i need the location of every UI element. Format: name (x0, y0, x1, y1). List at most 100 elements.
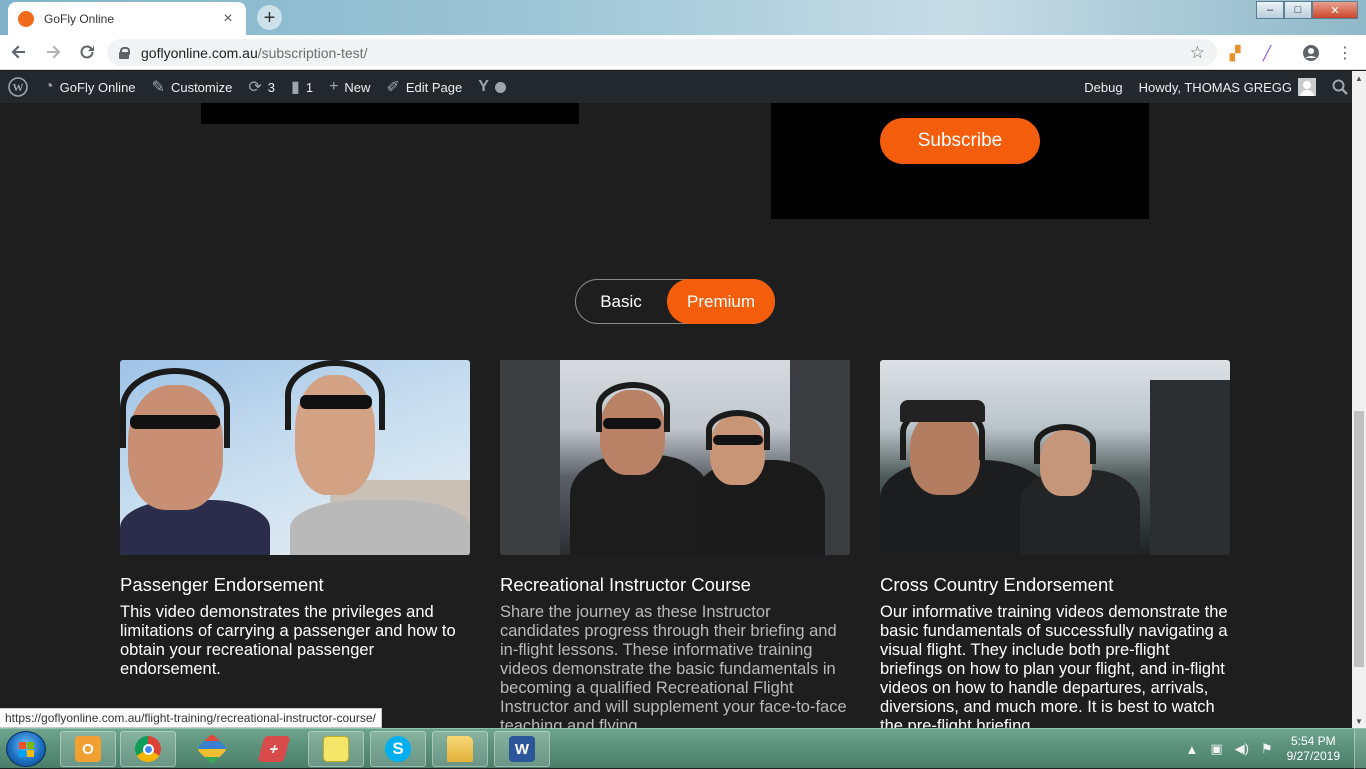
card-title[interactable]: Passenger Endorsement (120, 574, 470, 596)
tab-close-icon[interactable]: × (220, 10, 236, 28)
lock-icon[interactable] (119, 46, 130, 59)
back-arrow-icon[interactable] (4, 37, 34, 67)
system-tray: ▲ ▣ ◀) ⚑ 5:54 PM 9/27/2019 (1179, 729, 1366, 769)
page-scrollbar[interactable]: ▲ ▼ (1352, 71, 1366, 728)
dashboard-gauge-icon: ◔ (44, 78, 54, 95)
volume-icon[interactable]: ◀) (1235, 741, 1249, 757)
windows-taskbar: O + S W ▲ ▣ ◀) ⚑ 5:54 PM 9/27/2019 (0, 728, 1366, 769)
comment-bubble-icon: ▮ (291, 79, 300, 96)
windows-logo-icon (19, 742, 35, 758)
admin-new[interactable]: + New (321, 71, 378, 103)
taskbar-app-grid[interactable] (184, 731, 240, 767)
network-icon[interactable]: ▣ (1210, 741, 1222, 757)
course-thumbnail[interactable] (120, 360, 470, 555)
clock-date: 9/27/2019 (1286, 749, 1340, 763)
scrollbar-thumb[interactable] (1354, 411, 1364, 667)
browser-toolbar: goflyonline.com.au /subscription-test/ ☆… (0, 35, 1366, 70)
url-host: goflyonline.com.au (141, 44, 258, 61)
video-placeholder-left (201, 103, 579, 124)
course-card-passenger[interactable]: Passenger Endorsement This video demonst… (120, 360, 470, 679)
url-path: /subscription-test/ (257, 44, 368, 61)
extension-hammer-icon[interactable]: ▞ (1226, 44, 1244, 62)
toggle-basic[interactable]: Basic (576, 280, 666, 323)
brush-icon: ✎ (151, 79, 165, 96)
taskbar-eraser-app[interactable]: + (246, 731, 302, 767)
skype-icon: S (385, 736, 411, 762)
toggle-premium[interactable]: Premium (667, 279, 775, 324)
subscribe-button[interactable]: Subscribe (880, 118, 1040, 164)
eraser-app-icon: + (257, 736, 291, 762)
card-description: Share the journey as these Instructor ca… (500, 603, 847, 728)
card-title[interactable]: Recreational Instructor Course (500, 574, 850, 596)
link-status-bubble: https://goflyonline.com.au/flight-traini… (0, 708, 382, 728)
show-desktop-button[interactable] (1354, 729, 1366, 769)
profile-icon[interactable] (1302, 44, 1320, 62)
plus-icon: + (329, 78, 339, 95)
taskbar-outlook[interactable]: O (60, 731, 116, 767)
avatar (1298, 78, 1316, 96)
updates-count: 3 (267, 79, 276, 95)
new-label: New (344, 79, 371, 95)
taskbar-clock[interactable]: 5:54 PM 9/27/2019 (1287, 734, 1340, 764)
admin-comments[interactable]: ▮ 1 (283, 71, 321, 103)
sticky-notes-icon (323, 736, 349, 762)
course-thumbnail[interactable] (880, 360, 1230, 555)
folder-icon (447, 736, 473, 762)
start-button[interactable] (6, 731, 46, 767)
forward-arrow-icon[interactable] (38, 37, 68, 67)
new-tab-button[interactable]: + (257, 5, 282, 30)
plan-toggle: Basic Premium (575, 279, 775, 324)
seo-status-dot-icon (494, 81, 506, 93)
card-description: Our informative training videos demonstr… (880, 603, 1228, 728)
admin-site-menu[interactable]: ◔ GoFly Online (36, 71, 144, 103)
page-content: Subscribe Basic Premium Passenger Endors… (0, 103, 1352, 728)
card-title[interactable]: Cross Country Endorsement (880, 574, 1230, 596)
extension-pen-icon[interactable]: ╱ (1258, 44, 1276, 62)
admin-updates[interactable]: ⟳ 3 (240, 71, 283, 103)
reload-icon[interactable] (72, 37, 102, 67)
admin-debug[interactable]: Debug (1076, 71, 1130, 103)
updates-refresh-icon: ⟳ (248, 79, 262, 96)
chrome-icon (135, 736, 161, 762)
course-card-cross-country[interactable]: Cross Country Endorsement Our informativ… (880, 360, 1230, 728)
wordpress-logo-icon[interactable]: W (0, 71, 36, 103)
window-close-button[interactable]: ✕ (1312, 1, 1358, 19)
word-icon: W (509, 736, 535, 762)
tab-title: GoFly Online (44, 11, 115, 26)
course-thumbnail[interactable] (500, 360, 850, 555)
chrome-menu-icon[interactable]: ⋮ (1336, 44, 1354, 62)
gofly-favicon-icon (18, 10, 34, 27)
course-card-instructor[interactable]: Recreational Instructor Course Share the… (500, 360, 850, 728)
app-grid-icon (196, 733, 228, 765)
taskbar-word[interactable]: W (494, 731, 550, 767)
taskbar-chrome[interactable] (120, 731, 176, 767)
howdy-label: Howdy, THOMAS GREGG (1138, 79, 1292, 95)
browser-tab-strip: GoFly Online × + – □ ✕ (0, 0, 1366, 35)
taskbar-skype[interactable]: S (370, 731, 426, 767)
browser-tab-active[interactable]: GoFly Online × (8, 2, 246, 35)
address-bar[interactable]: goflyonline.com.au /subscription-test/ ☆ (107, 39, 1217, 66)
admin-edit-page[interactable]: ✐ Edit Page (378, 71, 470, 103)
comments-count: 1 (305, 79, 314, 95)
wp-admin-bar: W ◔ GoFly Online ✎ Customize ⟳ 3 ▮ 1 + N… (0, 71, 1366, 103)
yoast-seo-icon[interactable]: Y (470, 71, 514, 103)
clock-time: 5:54 PM (1290, 734, 1336, 748)
action-center-flag-icon[interactable]: ⚑ (1261, 741, 1273, 757)
minimize-button[interactable]: – (1256, 1, 1284, 19)
tray-expand-icon[interactable]: ▲ (1185, 742, 1198, 757)
taskbar-sticky-notes[interactable] (308, 731, 364, 767)
scroll-up-arrow-icon[interactable]: ▲ (1352, 71, 1366, 85)
svg-text:W: W (13, 82, 24, 94)
taskbar-file-explorer[interactable] (432, 731, 488, 767)
customize-label: Customize (170, 79, 233, 95)
scroll-down-arrow-icon[interactable]: ▼ (1352, 714, 1366, 728)
maximize-button[interactable]: □ (1284, 1, 1312, 19)
admin-account[interactable]: Howdy, THOMAS GREGG (1131, 71, 1324, 103)
outlook-icon: O (75, 736, 101, 762)
pencil-icon: ✐ (386, 79, 400, 96)
edit-page-label: Edit Page (405, 79, 463, 95)
admin-customize[interactable]: ✎ Customize (144, 71, 241, 103)
card-description: This video demonstrates the privileges a… (120, 603, 456, 678)
bookmark-star-icon[interactable]: ☆ (1190, 43, 1205, 63)
site-name: GoFly Online (59, 79, 136, 95)
